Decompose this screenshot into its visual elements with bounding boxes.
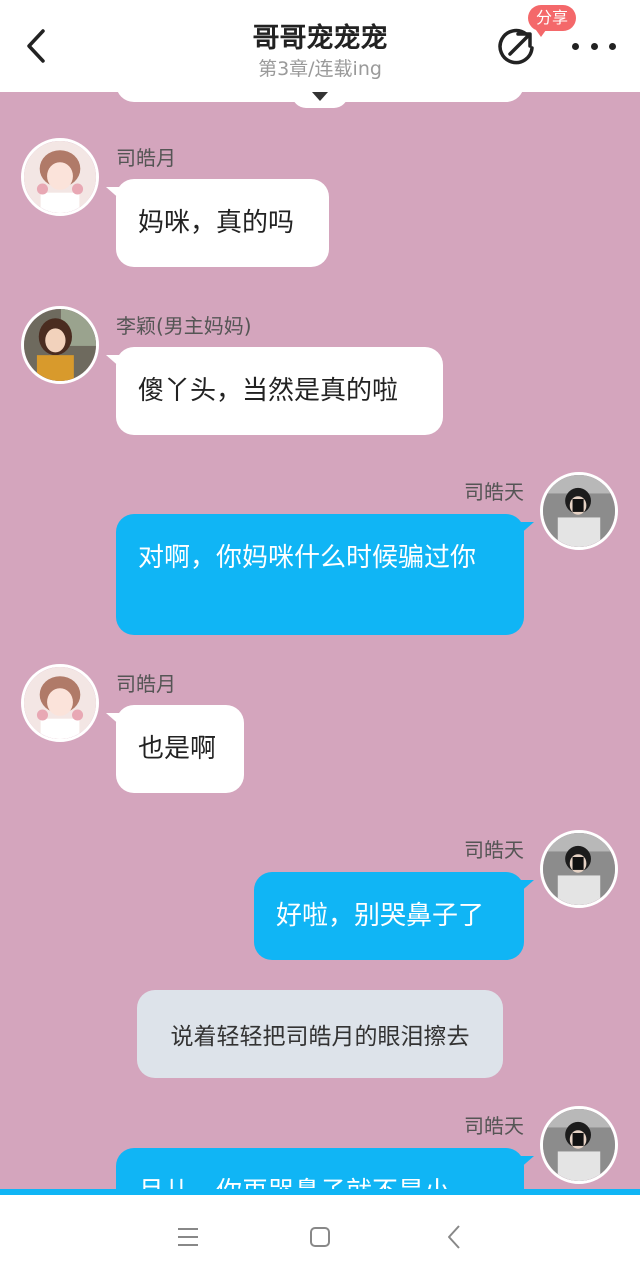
girl-pink-avatar[interactable] (21, 138, 99, 216)
message-bubble[interactable]: 对啊，你妈咪什么时候骗过你 (116, 514, 534, 635)
expand-toggle[interactable] (292, 92, 348, 108)
message-bubble[interactable]: 好啦，别哭鼻子了 (254, 872, 534, 960)
message-bubble[interactable]: 也是啊 (106, 705, 244, 793)
more-dots-icon (609, 42, 616, 50)
home-square-icon (310, 1227, 330, 1247)
sender-name: 李颖(男主妈妈) (116, 314, 252, 338)
message-bubble[interactable]: 月儿，你再哭鼻子就不是小 (116, 1148, 534, 1189)
system-back-button[interactable] (432, 1215, 476, 1259)
sender-name: 司皓月 (116, 672, 176, 696)
more-dots-icon (590, 42, 598, 50)
message-bubble[interactable]: 妈咪，真的吗 (106, 179, 329, 267)
more-options-button[interactable] (572, 30, 616, 62)
narration-bubble[interactable]: 说着轻轻把司皓月的眼泪擦去 (137, 990, 503, 1078)
chat-area[interactable]: 司皓月 妈咪，真的吗 李颖(男主妈妈) 傻丫头，当然是真的啦 司皓天 对啊，你妈… (0, 92, 640, 1189)
system-nav-bar (0, 1195, 640, 1280)
woman-avatar[interactable] (21, 306, 99, 384)
home-button[interactable] (298, 1215, 342, 1259)
chapter-subtitle: 第3章/连载ing (258, 58, 382, 80)
boy-mirror-avatar[interactable] (540, 472, 618, 550)
caret-down-icon (312, 92, 328, 101)
boy-mirror-avatar[interactable] (540, 830, 618, 908)
sender-name: 司皓月 (116, 146, 176, 170)
message-bubble[interactable]: 傻丫头，当然是真的啦 (106, 347, 443, 435)
more-dots-icon (572, 42, 579, 50)
girl-pink-avatar[interactable] (21, 664, 99, 742)
share-badge[interactable]: 分享 (528, 5, 577, 37)
menu-icon (178, 1228, 198, 1246)
sender-name: 司皓天 (464, 838, 524, 862)
sender-name: 司皓天 (464, 480, 524, 504)
sender-name: 司皓天 (464, 1114, 524, 1138)
boy-mirror-avatar[interactable] (540, 1106, 618, 1184)
back-triangle-icon (448, 1225, 460, 1249)
top-bar: 哥哥宠宠宠 第3章/连载ing 分享 (0, 0, 640, 92)
recent-apps-button[interactable] (166, 1215, 210, 1259)
